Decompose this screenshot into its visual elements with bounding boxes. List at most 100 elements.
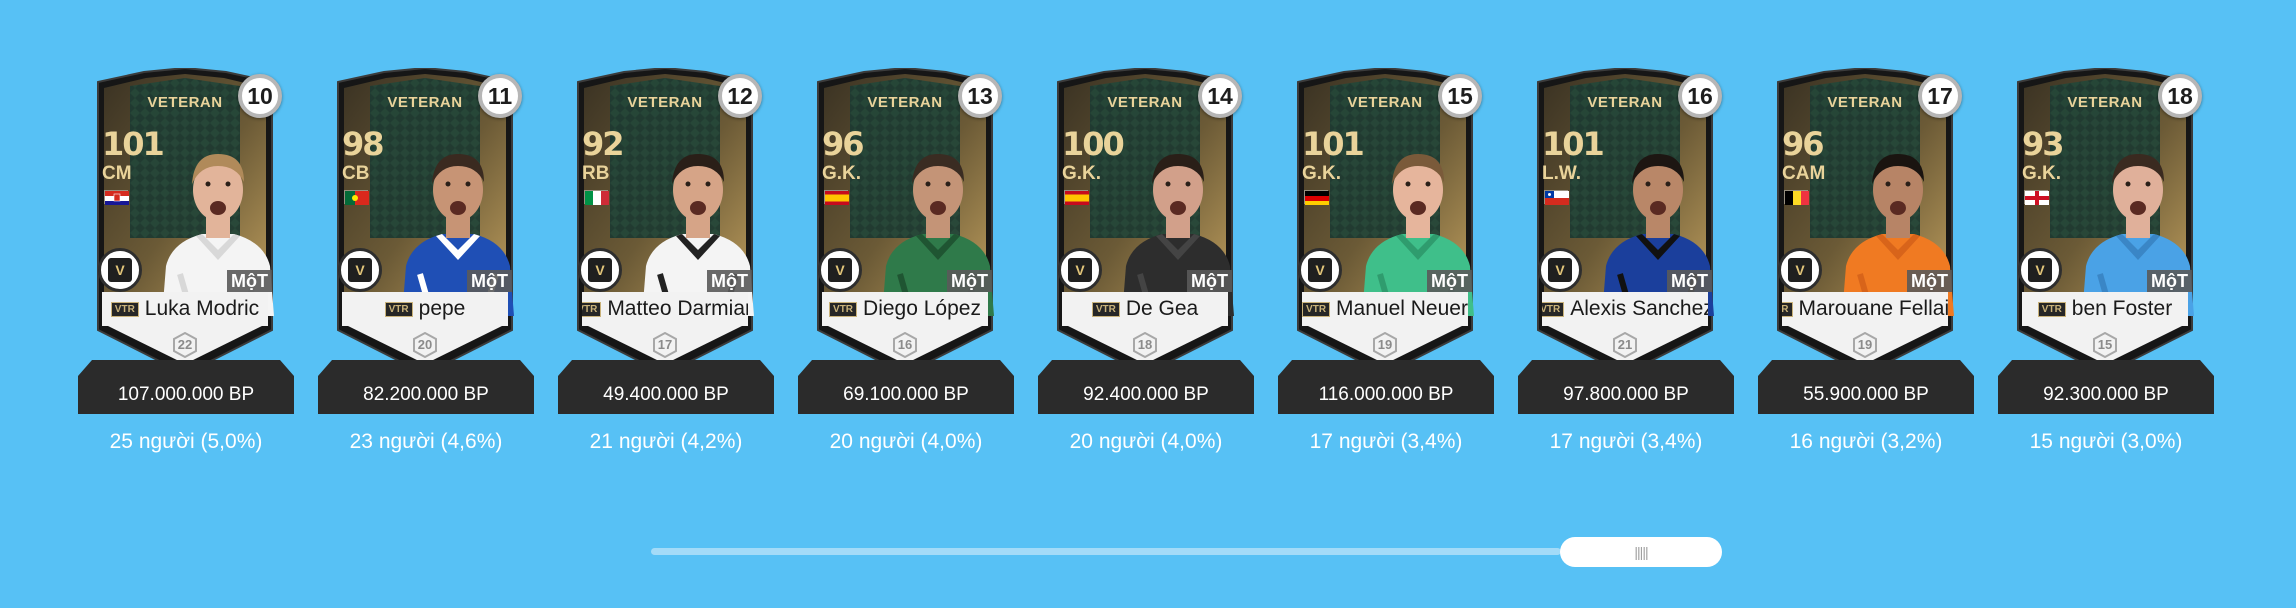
- player-slot: VETERAN 98 CB V MộT VTR pepe 20 11 82.20…: [318, 62, 534, 482]
- rank-number-badge: 10: [238, 74, 282, 118]
- horizontal-scroll-thumb[interactable]: |||||: [1560, 537, 1722, 567]
- upgrade-level-badge: 15: [2092, 332, 2118, 358]
- usage-stat: 23 người (4,6%): [349, 430, 503, 453]
- player-nameplate: VTR ben Foster: [2022, 292, 2188, 326]
- player-slot: VETERAN 100 G.K. V MộT VTR De Gea 18 14: [1038, 62, 1254, 482]
- season-emblem-icon: V: [1778, 248, 1822, 292]
- season-emblem-icon: V: [1058, 248, 1102, 292]
- position-label: G.K.: [1062, 163, 1102, 184]
- season-badge: VTR: [829, 301, 858, 317]
- player-nameplate: VTR Luka Modric: [102, 292, 268, 326]
- upgrade-level-badge: 17: [652, 332, 678, 358]
- brand-watermark: MộT: [227, 270, 272, 292]
- price-label: 116.000.000 BP: [1278, 376, 1494, 414]
- player-name: Diego López: [863, 297, 981, 320]
- brand-watermark: MộT: [2147, 270, 2192, 292]
- brand-watermark: MộT: [1187, 270, 1232, 292]
- rank-number-badge: 14: [1198, 74, 1242, 118]
- player-name: Alexis Sanchez: [1570, 297, 1708, 320]
- upgrade-level-badge: 19: [1852, 332, 1878, 358]
- rank-number-badge: 17: [1918, 74, 1962, 118]
- player-nameplate: VTR Alexis Sanchez: [1542, 292, 1708, 326]
- player-slot: VETERAN 101 L.W. V MộT VTR Alexis Sanche…: [1518, 62, 1734, 482]
- nation-flag-icon: [2024, 190, 2049, 205]
- player-name: ben Foster: [2071, 297, 2173, 320]
- overall-rating: 98: [342, 125, 385, 163]
- upgrade-level-badge: 16: [892, 332, 918, 358]
- player-nameplate: VTR pepe: [342, 292, 508, 326]
- nation-flag-icon: [344, 190, 369, 205]
- price-label: 97.800.000 BP: [1518, 376, 1734, 414]
- player-slot: VETERAN 101 G.K. V MộT VTR Manuel Neuer …: [1278, 62, 1494, 482]
- brand-watermark: MộT: [1907, 270, 1952, 292]
- usage-stat: 15 người (3,0%): [2029, 430, 2183, 453]
- nation-flag-icon: [104, 190, 129, 205]
- nation-flag-icon: [584, 190, 609, 205]
- rank-number-badge: 18: [2158, 74, 2202, 118]
- position-label: L.W.: [1542, 163, 1582, 184]
- player-name: De Gea: [1125, 297, 1199, 320]
- overall-rating: 92: [582, 125, 625, 163]
- usage-stat: 17 người (3,4%): [1309, 430, 1463, 453]
- player-slot: VETERAN 101 CM V MộT VTR Luka Modric 22 …: [78, 62, 294, 482]
- position-label: G.K.: [822, 163, 862, 184]
- brand-watermark: MộT: [1667, 270, 1712, 292]
- season-badge: VTR: [1302, 301, 1331, 317]
- price-label: 49.400.000 BP: [558, 376, 774, 414]
- rank-number-badge: 16: [1678, 74, 1722, 118]
- upgrade-level-badge: 21: [1612, 332, 1638, 358]
- season-badge: VTR: [1091, 301, 1120, 317]
- brand-watermark: MộT: [947, 270, 992, 292]
- rank-number-badge: 15: [1438, 74, 1482, 118]
- position-label: G.K.: [2022, 163, 2062, 184]
- rank-number-badge: 11: [478, 74, 522, 118]
- season-emblem-icon: V: [2018, 248, 2062, 292]
- season-emblem-icon: V: [1538, 248, 1582, 292]
- upgrade-level-badge: 20: [412, 332, 438, 358]
- price-label: 55.900.000 BP: [1758, 376, 1974, 414]
- player-slot: VETERAN 93 G.K. V MộT VTR ben Foster 15 …: [1998, 62, 2214, 482]
- price-label: 107.000.000 BP: [78, 376, 294, 414]
- usage-stat: 17 người (3,4%): [1549, 430, 1703, 453]
- player-nameplate: VTR Diego López: [822, 292, 988, 326]
- position-label: CB: [342, 163, 370, 184]
- brand-watermark: MộT: [1427, 270, 1472, 292]
- player-nameplate: VTR De Gea: [1062, 292, 1228, 326]
- player-nameplate: VTR Matteo Darmian: [582, 292, 748, 326]
- nation-flag-icon: [1544, 190, 1569, 205]
- season-emblem-icon: V: [98, 248, 142, 292]
- season-badge: VTR: [1542, 301, 1565, 317]
- nation-flag-icon: [824, 190, 849, 205]
- player-name: Luka Modric: [144, 297, 260, 320]
- overall-rating: 96: [822, 125, 865, 163]
- brand-watermark: MộT: [467, 270, 512, 292]
- nation-flag-icon: [1064, 190, 1089, 205]
- position-label: CM: [102, 163, 132, 184]
- season-badge: VTR: [1782, 301, 1793, 317]
- rank-number-badge: 13: [958, 74, 1002, 118]
- price-label: 82.200.000 BP: [318, 376, 534, 414]
- usage-stat: 21 người (4,2%): [589, 430, 743, 453]
- overall-rating: 101: [1542, 125, 1605, 163]
- price-label: 69.100.000 BP: [798, 376, 1014, 414]
- season-badge: VTR: [582, 301, 602, 317]
- upgrade-level-badge: 18: [1132, 332, 1158, 358]
- player-slot: VETERAN 96 CAM V MộT VTR Marouane Fellai…: [1758, 62, 1974, 482]
- overall-rating: 101: [102, 125, 165, 163]
- season-emblem-icon: V: [818, 248, 862, 292]
- horizontal-scroll-track[interactable]: [651, 548, 1561, 555]
- player-nameplate: VTR Manuel Neuer: [1302, 292, 1468, 326]
- season-emblem-icon: V: [1298, 248, 1342, 292]
- season-emblem-icon: V: [578, 248, 622, 292]
- player-name: Manuel Neuer: [1336, 297, 1468, 320]
- player-name: Marouane Fellaini: [1798, 297, 1948, 320]
- player-nameplate: VTR Marouane Fellaini: [1782, 292, 1948, 326]
- season-badge: VTR: [110, 301, 139, 317]
- overall-rating: 101: [1302, 125, 1365, 163]
- usage-stat: 16 người (3,2%): [1789, 430, 1943, 453]
- player-ranking-row: VETERAN 101 CM V MộT VTR Luka Modric 22 …: [78, 62, 2228, 482]
- price-label: 92.400.000 BP: [1038, 376, 1254, 414]
- price-label: 92.300.000 BP: [1998, 376, 2214, 414]
- overall-rating: 100: [1062, 125, 1125, 163]
- season-badge: VTR: [2037, 301, 2066, 317]
